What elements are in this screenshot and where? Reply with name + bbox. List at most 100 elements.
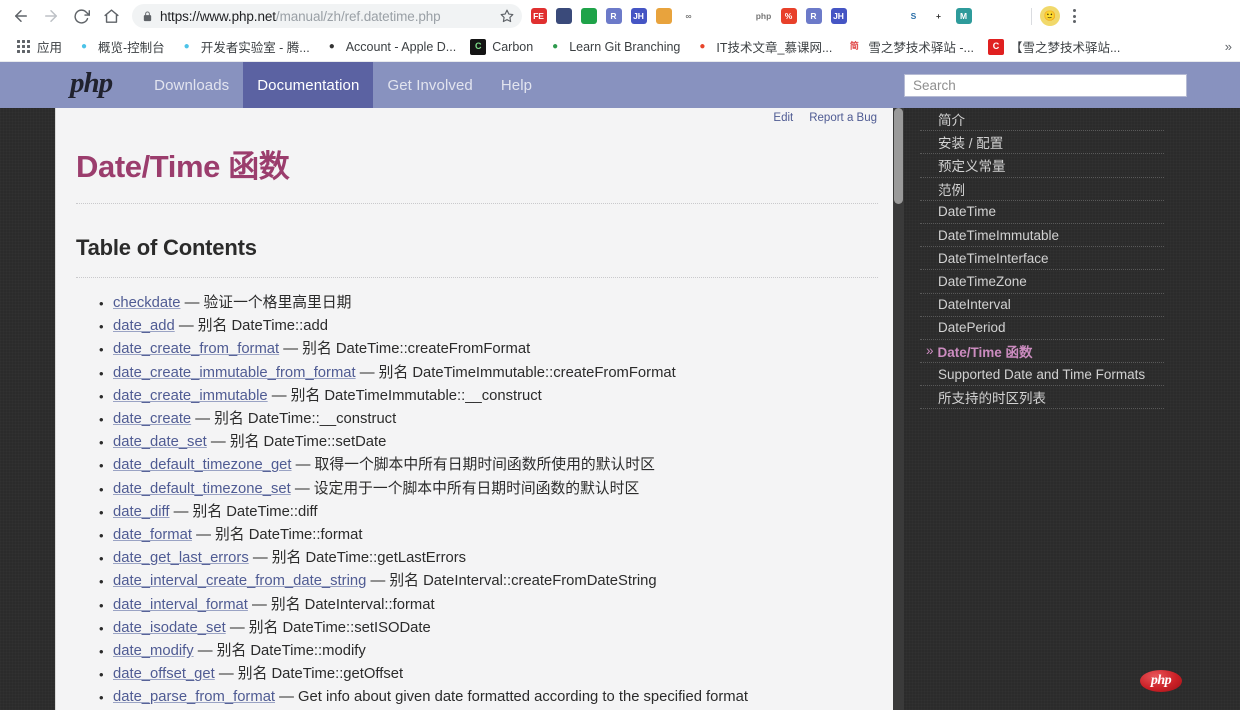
search-input[interactable]: Search bbox=[904, 74, 1187, 97]
extension-php[interactable]: php bbox=[751, 2, 776, 30]
bookmark-apple-account-favicon: ● bbox=[324, 39, 340, 55]
extension-globe[interactable] bbox=[976, 2, 1001, 30]
toc-link-date_get_last_errors[interactable]: date_get_last_errors bbox=[113, 550, 249, 566]
bookmark-apps[interactable]: 应用 bbox=[8, 34, 69, 59]
toc-item: date_default_timezone_get — 取得一个脚本中所有日期时… bbox=[113, 454, 882, 477]
toc-description: — 设定用于一个脚本中所有日期时间函数的默认时区 bbox=[291, 481, 640, 497]
toc-link-date_format[interactable]: date_format bbox=[113, 527, 192, 543]
star-icon[interactable] bbox=[500, 9, 514, 23]
nav-documentation[interactable]: Documentation bbox=[243, 62, 373, 108]
bookmarks-overflow-icon[interactable]: » bbox=[1225, 39, 1232, 54]
extension-dict[interactable] bbox=[876, 2, 901, 30]
toc-link-date_date_set[interactable]: date_date_set bbox=[113, 434, 207, 450]
extension-capture[interactable]: + bbox=[926, 2, 951, 30]
bookmark-learn-git-label: Learn Git Branching bbox=[569, 40, 680, 54]
extension-jh-badge2[interactable]: JH bbox=[826, 2, 851, 30]
toc-list: checkdate — 验证一个格里高里日期date_add — 别名 Date… bbox=[76, 292, 882, 710]
bookmark-snowdream-1[interactable]: 简雪之梦技术驿站 -... bbox=[839, 34, 981, 59]
toc-link-date_interval_format[interactable]: date_interval_format bbox=[113, 597, 248, 613]
scrollbar-thumb[interactable] bbox=[894, 108, 903, 204]
main-content: Edit Report a Bug Date/Time 函数 Table of … bbox=[55, 108, 903, 710]
toc-link-date_default_timezone_set[interactable]: date_default_timezone_set bbox=[113, 481, 291, 497]
toc-link-date_create_immutable_from_format[interactable]: date_create_immutable_from_format bbox=[113, 365, 356, 381]
extension-green-sq[interactable] bbox=[576, 2, 601, 30]
sidebar-item-datetime-funcs[interactable]: »Date/Time 函数 bbox=[920, 340, 1164, 363]
sidebar-item-install-config[interactable]: 安装 / 配置 bbox=[920, 131, 1164, 154]
nav-downloads[interactable]: Downloads bbox=[140, 62, 243, 108]
extension-pen[interactable] bbox=[851, 2, 876, 30]
toc-link-date_offset_get[interactable]: date_offset_get bbox=[113, 666, 215, 682]
content-scrollbar[interactable] bbox=[893, 108, 904, 710]
toc-description: — 别名 DateTime::modify bbox=[194, 643, 366, 659]
extension-pink-box[interactable] bbox=[1001, 2, 1026, 30]
toc-link-date_modify[interactable]: date_modify bbox=[113, 643, 194, 659]
sidebar-item-datetimezone[interactable]: DateTimeZone bbox=[920, 270, 1164, 293]
bookmark-dev-lab-favicon: ● bbox=[179, 39, 195, 55]
toc-link-date_isodate_set[interactable]: date_isodate_set bbox=[113, 620, 226, 636]
bookmark-dev-lab[interactable]: ●开发者实验室 - 腾... bbox=[172, 34, 317, 59]
bookmark-overview-console[interactable]: ●概览-控制台 bbox=[69, 34, 172, 59]
sidebar-item-dateinterval[interactable]: DateInterval bbox=[920, 294, 1164, 317]
sidebar-item-examples[interactable]: 范例 bbox=[920, 178, 1164, 201]
extension-jh-badge[interactable]: JH bbox=[626, 2, 651, 30]
edit-link[interactable]: Edit bbox=[773, 112, 793, 124]
bookmark-overview-console-label: 概览-控制台 bbox=[98, 37, 165, 56]
avatar[interactable]: 🙂 bbox=[1040, 6, 1060, 26]
extension-s-logo[interactable]: S bbox=[901, 2, 926, 30]
extension-percent[interactable]: % bbox=[776, 2, 801, 30]
toc-item: date_diff — 别名 DateTime::diff bbox=[113, 501, 882, 524]
bookmark-imooc-favicon: ● bbox=[694, 39, 710, 55]
sidebar-item-constants-label: 预定义常量 bbox=[938, 155, 1006, 175]
extension-leaf[interactable] bbox=[726, 2, 751, 30]
php-logo[interactable]: php bbox=[70, 69, 112, 101]
extension-fox[interactable] bbox=[701, 2, 726, 30]
extension-opera[interactable] bbox=[651, 2, 676, 30]
reload-icon[interactable] bbox=[66, 2, 96, 30]
toc-link-date_diff[interactable]: date_diff bbox=[113, 504, 170, 520]
url-text: https://www.php.net/manual/zh/ref.dateti… bbox=[160, 9, 493, 24]
sidebar-item-datetime[interactable]: DateTime bbox=[920, 201, 1164, 224]
toc-description: — 别名 DateTimeImmutable::createFromFormat bbox=[356, 365, 676, 381]
bookmark-apple-account[interactable]: ●Account - Apple D... bbox=[317, 36, 463, 58]
bookmark-learn-git[interactable]: ●Learn Git Branching bbox=[540, 36, 687, 58]
toc-link-date_create_from_format[interactable]: date_create_from_format bbox=[113, 341, 279, 357]
toc-link-date_add[interactable]: date_add bbox=[113, 318, 175, 334]
toc-link-date_default_timezone_get[interactable]: date_default_timezone_get bbox=[113, 457, 292, 473]
extension-m-badge-glyph: M bbox=[956, 8, 972, 24]
toc-item: date_modify — 别名 DateTime::modify bbox=[113, 640, 882, 663]
home-icon[interactable] bbox=[96, 2, 126, 30]
extension-r-badge[interactable]: R bbox=[601, 2, 626, 30]
toc-link-checkdate[interactable]: checkdate bbox=[113, 295, 180, 311]
bookmark-imooc[interactable]: ●IT技术文章_慕课网... bbox=[687, 34, 839, 59]
three-dot-menu-icon[interactable] bbox=[1063, 2, 1085, 30]
address-bar[interactable]: https://www.php.net/manual/zh/ref.dateti… bbox=[132, 4, 522, 28]
back-arrow-icon[interactable] bbox=[6, 2, 36, 30]
toc-item: date_add — 别名 DateTime::add bbox=[113, 315, 882, 338]
extension-fe[interactable]: FE bbox=[526, 2, 551, 30]
extension-r-badge2[interactable]: R bbox=[801, 2, 826, 30]
sidebar-item-intro[interactable]: 简介 bbox=[920, 108, 1164, 131]
extension-leaf-glyph bbox=[731, 8, 747, 24]
sidebar-item-datetimeinterface[interactable]: DateTimeInterface bbox=[920, 247, 1164, 270]
report-bug-link[interactable]: Report a Bug bbox=[809, 112, 877, 124]
sidebar-item-dateperiod[interactable]: DatePeriod bbox=[920, 317, 1164, 340]
extension-blue-art-glyph bbox=[556, 8, 572, 24]
sidebar-item-timezone-list[interactable]: 所支持的时区列表 bbox=[920, 386, 1164, 409]
extension-blue-art[interactable] bbox=[551, 2, 576, 30]
sidebar-item-datetimeimmutable[interactable]: DateTimeImmutable bbox=[920, 224, 1164, 247]
nav-get-involved[interactable]: Get Involved bbox=[373, 62, 486, 108]
toc-link-date_interval_create_from_date_string[interactable]: date_interval_create_from_date_string bbox=[113, 573, 366, 589]
toc-link-date_parse_from_format[interactable]: date_parse_from_format bbox=[113, 689, 275, 705]
extension-infinity[interactable]: ∞ bbox=[676, 2, 701, 30]
sidebar-item-constants[interactable]: 预定义常量 bbox=[920, 154, 1164, 177]
bookmark-snowdream-2[interactable]: C【雪之梦技术驿站... bbox=[981, 34, 1127, 59]
toc-link-date_create[interactable]: date_create bbox=[113, 411, 191, 427]
forward-arrow-icon[interactable] bbox=[36, 2, 66, 30]
nav-help[interactable]: Help bbox=[487, 62, 546, 108]
extension-m-badge[interactable]: M bbox=[951, 2, 976, 30]
sidebar-item-supported-formats-label: Supported Date and Time Formats bbox=[938, 367, 1145, 382]
bookmark-carbon[interactable]: CCarbon bbox=[463, 36, 540, 58]
sidebar-item-supported-formats[interactable]: Supported Date and Time Formats bbox=[920, 363, 1164, 386]
extension-infinity-glyph: ∞ bbox=[681, 8, 697, 24]
toc-link-date_create_immutable[interactable]: date_create_immutable bbox=[113, 388, 268, 404]
